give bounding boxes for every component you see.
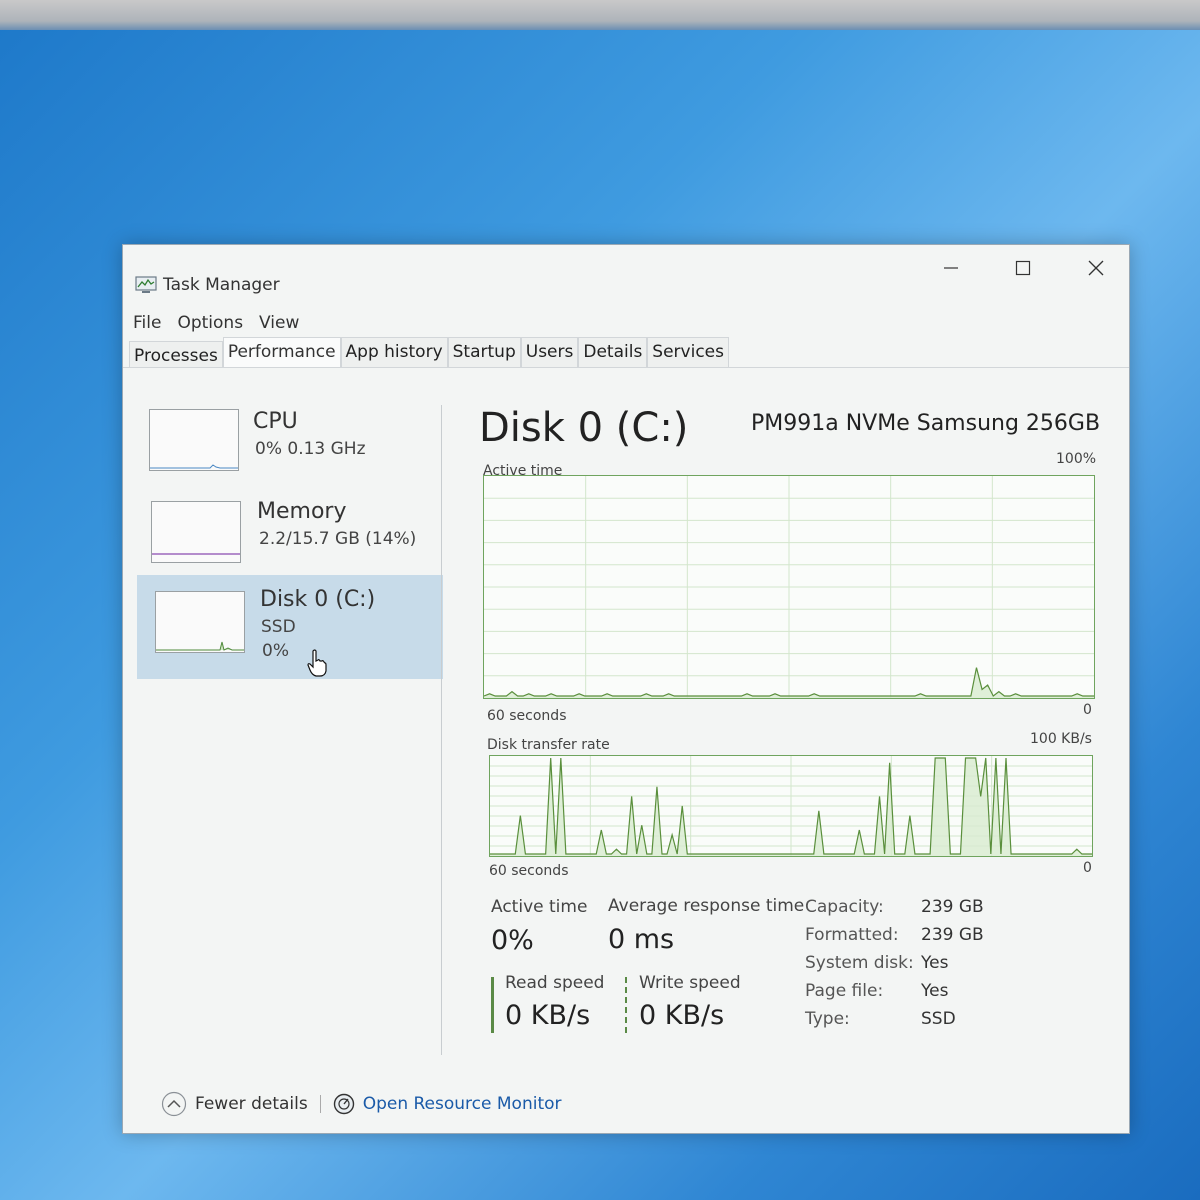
close-icon	[1088, 260, 1104, 276]
title-bar[interactable]: Task Manager	[123, 245, 1129, 295]
read-speed-value: 0 KB/s	[505, 1000, 591, 1031]
read-speed-indicator	[491, 977, 494, 1033]
fewer-details-button[interactable]: Fewer details	[161, 1091, 308, 1117]
open-resource-monitor-label: Open Resource Monitor	[362, 1094, 562, 1114]
disk-thumbnail-graph	[155, 591, 245, 653]
transfer-rate-graph-duration: 60 seconds	[489, 863, 569, 879]
system-disk-value: Yes	[921, 953, 949, 973]
chevron-up-icon	[161, 1091, 187, 1117]
disk-title: Disk 0 (C:)	[479, 405, 689, 451]
active-time-graph	[483, 475, 1095, 699]
transfer-rate-graph-label: Disk transfer rate	[487, 737, 610, 753]
sidebar-disk-type: SSD	[261, 617, 296, 637]
maximize-icon	[1015, 260, 1031, 276]
formatted-value: 239 GB	[921, 925, 984, 945]
task-manager-window: Task Manager File Options View Processes…	[122, 244, 1130, 1134]
sidebar-item-cpu[interactable]: CPU 0% 0.13 GHz	[137, 395, 443, 499]
tab-details[interactable]: Details	[578, 337, 648, 367]
write-speed-value: 0 KB/s	[639, 1000, 725, 1031]
avg-response-value: 0 ms	[608, 924, 675, 955]
window-title: Task Manager	[163, 275, 280, 295]
close-button[interactable]	[1073, 253, 1119, 283]
page-file-label: Page file:	[805, 981, 884, 1001]
active-time-graph-max: 100%	[1056, 451, 1097, 467]
minimize-icon	[944, 267, 958, 269]
active-time-label: Active time	[491, 897, 588, 917]
transfer-rate-graph-svg	[490, 756, 1092, 856]
tab-app-history[interactable]: App history	[340, 337, 448, 367]
memory-thumbnail-graph	[151, 501, 241, 563]
system-disk-label: System disk:	[805, 953, 914, 973]
menu-bar: File Options View	[131, 311, 301, 335]
open-resource-monitor-link[interactable]: Open Resource Monitor	[333, 1093, 562, 1115]
capacity-label: Capacity:	[805, 897, 884, 917]
cpu-thumbnail-graph	[149, 409, 239, 471]
footer-separator	[319, 1095, 321, 1113]
maximize-button[interactable]	[1000, 253, 1046, 283]
write-speed-indicator	[625, 977, 627, 1033]
sidebar-disk-usage: 0%	[262, 641, 289, 661]
resource-monitor-icon	[333, 1093, 354, 1115]
minimize-button[interactable]	[928, 253, 974, 283]
sidebar-disk-title: Disk 0 (C:)	[260, 587, 376, 612]
tab-startup[interactable]: Startup	[447, 337, 521, 367]
menu-file[interactable]: File	[131, 311, 163, 335]
avg-response-label: Average response time	[608, 896, 805, 916]
screen-bezel	[0, 0, 1200, 30]
disk-model: PM991a NVMe Samsung 256GB	[751, 411, 1101, 436]
read-speed-label: Read speed	[505, 973, 605, 993]
transfer-rate-graph-min: 0	[1083, 860, 1092, 876]
tab-users[interactable]: Users	[520, 337, 579, 367]
sidebar-cpu-usage: 0% 0.13 GHz	[255, 439, 366, 459]
sidebar-memory-usage: 2.2/15.7 GB (14%)	[259, 529, 417, 549]
footer-bar: Fewer details Open Resource Monitor	[161, 1091, 562, 1117]
transfer-rate-graph	[489, 755, 1093, 857]
page-file-value: Yes	[921, 981, 949, 1001]
tab-strip: Processes Performance App history Startu…	[129, 337, 729, 367]
hand-cursor-icon	[306, 649, 328, 681]
menu-options[interactable]: Options	[175, 311, 245, 335]
formatted-label: Formatted:	[805, 925, 899, 945]
capacity-value: 239 GB	[921, 897, 984, 917]
fewer-details-label: Fewer details	[195, 1094, 308, 1114]
transfer-rate-graph-max: 100 KB/s	[1030, 731, 1092, 747]
tab-performance[interactable]: Performance	[222, 337, 341, 367]
active-time-value: 0%	[491, 925, 534, 956]
type-label: Type:	[805, 1009, 850, 1029]
write-speed-label: Write speed	[639, 973, 741, 993]
tab-services[interactable]: Services	[647, 337, 729, 367]
task-manager-icon	[135, 276, 157, 294]
type-value: SSD	[921, 1009, 956, 1029]
sidebar-memory-title: Memory	[257, 499, 347, 524]
active-time-graph-svg	[483, 476, 1094, 698]
tab-processes[interactable]: Processes	[129, 341, 223, 367]
sidebar-cpu-title: CPU	[253, 409, 298, 434]
sidebar-item-disk0[interactable]: Disk 0 (C:) SSD 0%	[137, 575, 443, 679]
active-time-graph-duration: 60 seconds	[487, 708, 567, 724]
tab-divider	[123, 367, 1129, 368]
active-time-graph-min: 0	[1083, 702, 1092, 718]
menu-view[interactable]: View	[257, 311, 301, 335]
panel-divider	[441, 405, 442, 1055]
